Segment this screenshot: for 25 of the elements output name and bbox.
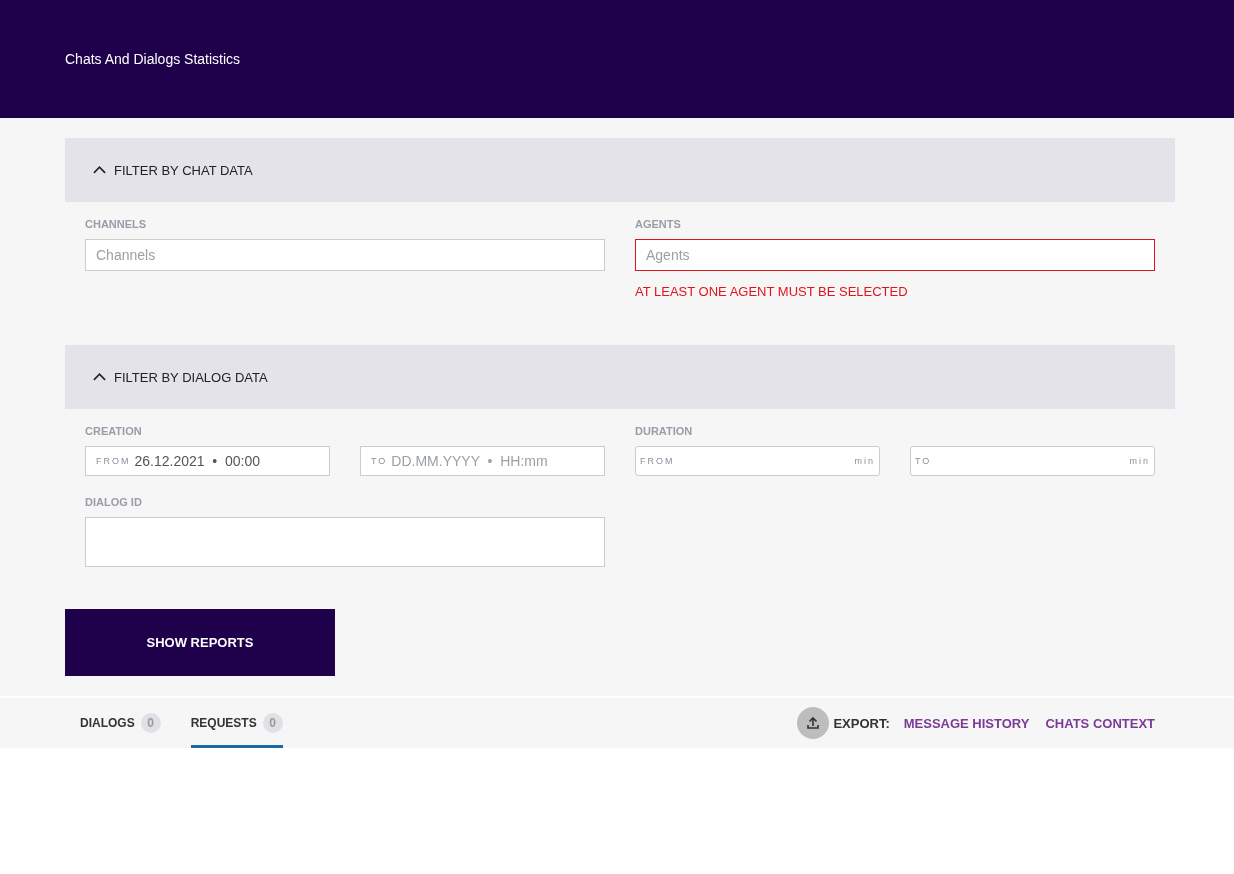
tab[interactable]: DIALOGS 0: [80, 698, 161, 748]
export-label: EXPORT:: [833, 715, 890, 731]
section-header[interactable]: FILTER BY CHAT DATA: [65, 138, 1175, 202]
chevron-icon: [93, 166, 106, 174]
dialog-id-field[interactable]: [85, 517, 605, 567]
duration-field[interactable]: FROM min: [635, 446, 880, 476]
duration-field[interactable]: TO min: [910, 446, 1155, 476]
error-message: AT LEAST ONE AGENT MUST BE SELECTED: [635, 284, 909, 299]
field-label: AGENTS: [635, 218, 682, 230]
channels-field[interactable]: Channels: [85, 239, 605, 271]
tab[interactable]: REQUESTS 0: [190, 698, 283, 748]
field-label: CHANNELS: [85, 218, 148, 230]
date-field[interactable]: TO DD.MM.YYYY • HH:mm: [360, 446, 605, 476]
field-label: DURATION: [635, 425, 694, 437]
page-title: Chats And Dialogs Statistics: [65, 51, 241, 67]
field-label: CREATION: [85, 425, 143, 437]
field-label: DIALOG ID: [85, 496, 143, 508]
date-field[interactable]: FROM 26.12.2021 • 00:00: [85, 446, 330, 476]
upload-icon[interactable]: [797, 707, 830, 739]
chevron-icon: [93, 373, 106, 381]
export-link[interactable]: CHATS CONTEXT: [1045, 715, 1155, 731]
export-link[interactable]: MESSAGE HISTORY: [903, 715, 1030, 731]
show-reports-button[interactable]: SHOW REPORTS: [65, 609, 335, 676]
agents-field[interactable]: Agents: [635, 239, 1155, 271]
section-header[interactable]: FILTER BY DIALOG DATA: [65, 345, 1175, 409]
